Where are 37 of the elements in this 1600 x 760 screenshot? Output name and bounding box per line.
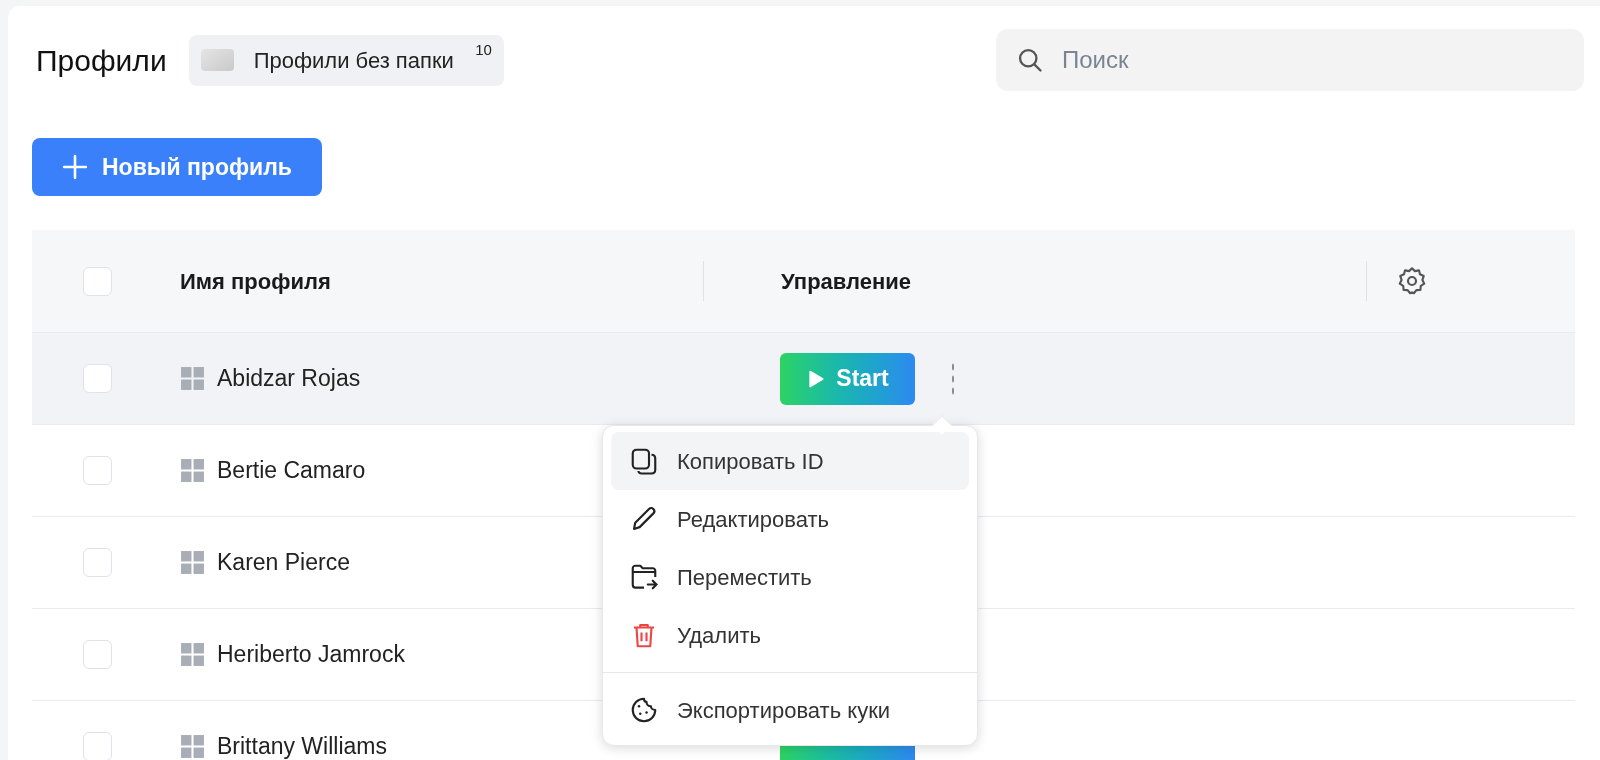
menu-item[interactable]: Переместить [611, 548, 969, 606]
checkbox[interactable] [83, 548, 112, 577]
checkbox[interactable] [83, 266, 112, 296]
more-icon[interactable] [949, 362, 957, 395]
grid-icon [180, 550, 205, 575]
cookie-icon [629, 695, 659, 725]
new-profile-button[interactable]: Новый профиль [32, 138, 322, 196]
column-header: Имя профиля [180, 267, 331, 296]
folder-chip[interactable]: Профили без папки 10 [188, 34, 504, 86]
search-field[interactable]: Поиск [996, 29, 1584, 91]
folder-count: 10 [475, 39, 492, 60]
copy-icon [629, 446, 659, 476]
plus-icon [62, 154, 88, 180]
grid-icon [180, 734, 205, 759]
menu-item[interactable]: Удалить [611, 606, 969, 664]
profile-name: Abidzar Rojas [217, 364, 361, 394]
checkbox[interactable] [83, 364, 112, 393]
grid-icon [180, 458, 205, 483]
page-title: Профили [36, 42, 167, 79]
menu-item[interactable]: Копировать ID [611, 432, 969, 490]
table-row[interactable]: Abidzar Rojas Start [32, 333, 1575, 425]
settings-icon[interactable] [1396, 265, 1428, 297]
profile-name: Karen Pierce [217, 548, 350, 578]
checkbox[interactable] [83, 640, 112, 669]
grid-icon [180, 366, 205, 391]
profile-name: Brittany Williams [217, 732, 387, 760]
menu-item[interactable]: Экспортировать куки [611, 681, 969, 739]
checkbox[interactable] [83, 732, 112, 760]
search-icon [1016, 46, 1044, 74]
column-header: Управление [781, 267, 911, 296]
checkbox[interactable] [83, 456, 112, 485]
folder-label: Профили без папки [253, 46, 454, 75]
grid-icon [180, 642, 205, 667]
folder-icon [200, 49, 234, 71]
profile-name: Heriberto Jamrock [217, 640, 405, 670]
folder-arrow-icon [629, 562, 659, 592]
profile-name: Bertie Camaro [217, 456, 366, 486]
